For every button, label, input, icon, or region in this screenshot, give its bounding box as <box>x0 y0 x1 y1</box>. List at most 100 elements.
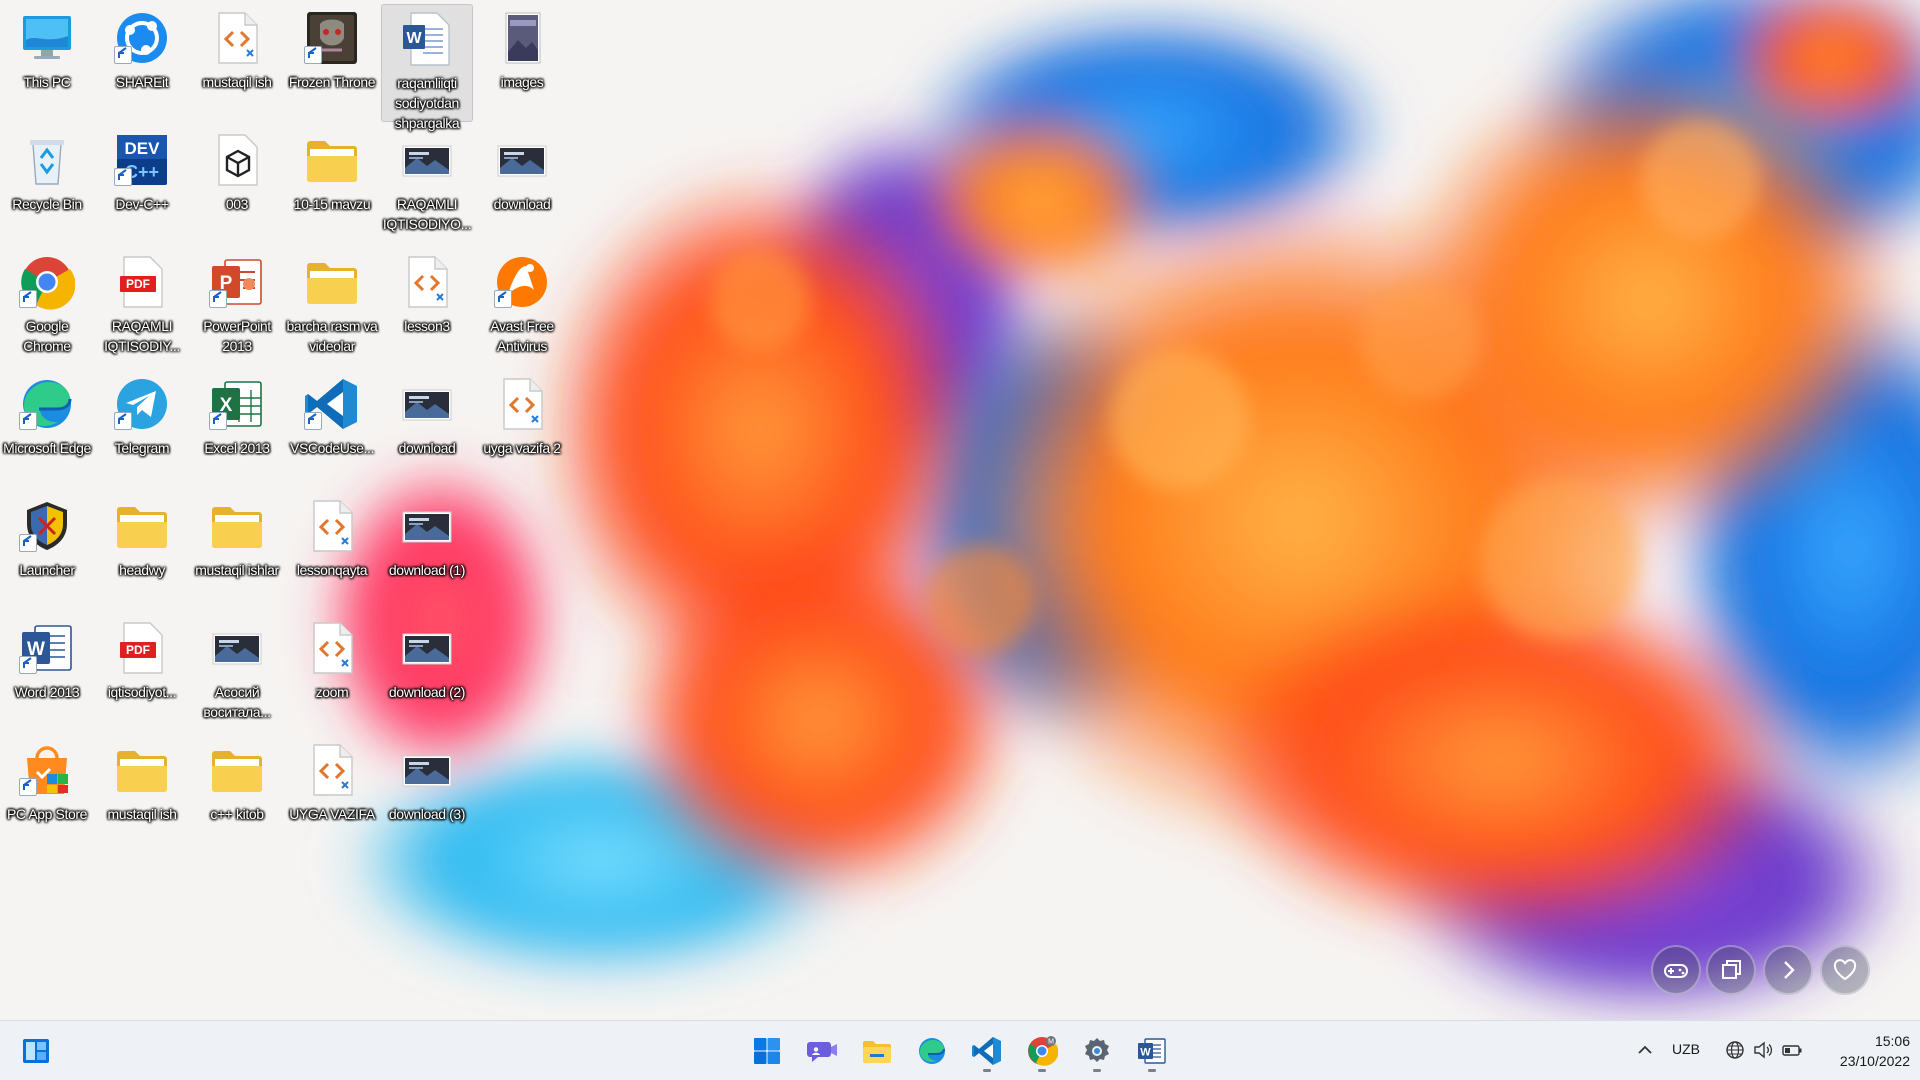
pdf-icon: PDF <box>114 620 170 676</box>
shortcut-arrow-icon <box>19 290 37 308</box>
favorite-overlay-button[interactable] <box>1820 945 1870 995</box>
desktop-icon-label: VSCodeUse... <box>290 440 374 456</box>
image-thumbnail-icon <box>209 620 265 676</box>
desktop-icon-download-2[interactable]: download (2) <box>381 614 473 732</box>
desktop-icon-raqamli-iqtisodiy[interactable]: PDF RAQAMLI IQTISODIY... <box>96 248 188 366</box>
desktop-icon-label: 003 <box>225 196 249 212</box>
desktop-icon-vscodeuse[interactable]: VSCodeUse... <box>286 370 378 488</box>
app-store-icon <box>19 742 75 798</box>
svg-text:PDF: PDF <box>126 277 150 291</box>
chevron-up-icon <box>1638 1045 1652 1054</box>
desktop-icon-label: download (1) <box>388 562 466 578</box>
shortcut-arrow-icon <box>114 46 132 64</box>
desktop-icon-launcher[interactable]: Launcher <box>1 492 93 610</box>
taskbar-file-explorer[interactable] <box>855 1029 899 1073</box>
image-thumbnail-icon <box>399 620 455 676</box>
desktop-icon-microsoft-edge[interactable]: Microsoft Edge <box>1 370 93 488</box>
desktop-icon-download[interactable]: download <box>476 126 568 244</box>
speaker-icon <box>1754 1041 1773 1059</box>
desktop-icon-label: Word 2013 <box>14 684 80 700</box>
desktop-icon-mustaqil-ish[interactable]: mustaqil ish <box>191 4 283 122</box>
desktop-icon-barcha-rasm-va-videolar[interactable]: barcha rasm va videolar <box>286 248 378 366</box>
running-indicator <box>1038 1069 1046 1072</box>
code-file-icon <box>304 742 360 798</box>
desktop-icon-label: c++ kitob <box>210 806 264 822</box>
input-language-indicator[interactable]: UZB <box>1672 1041 1700 1057</box>
svg-text:W: W <box>1140 1047 1151 1059</box>
desktop-icon-c-kitob[interactable]: c++ kitob <box>191 736 283 854</box>
desktop-icon-lesson3[interactable]: lesson3 <box>381 248 473 366</box>
desktop-icon-download-3[interactable]: download (3) <box>381 736 473 854</box>
desktop-icon-003[interactable]: 003 <box>191 126 283 244</box>
desktop-icon-raqamliiqti-sodiyotdan-shpargalka[interactable]: Wraqamliiqti sodiyotdan shpargalka <box>381 4 473 131</box>
desktop-icon-label: raqamliiqti sodiyotdan shpargalka <box>394 75 460 131</box>
desktop-icon-label: Avast Free Antivirus <box>490 318 554 354</box>
desktop-icon-lessonqayta[interactable]: lessonqayta <box>286 492 378 610</box>
running-indicator <box>1093 1069 1101 1072</box>
desktop-icon-mustaqil-ish[interactable]: mustaqil ish <box>96 736 188 854</box>
desktop-icon-zoom[interactable]: zoom <box>286 614 378 732</box>
desktop-icon-label: RAQAMLI IQTISODIY... <box>104 318 180 354</box>
desktop-icon-uyga-vazifa[interactable]: UYGA VAZIFA <box>286 736 378 854</box>
desktop-icon-асосий-воситала[interactable]: Асосий воситала... <box>191 614 283 732</box>
desktop-icon-frozen-throne[interactable]: Frozen Throne <box>286 4 378 122</box>
desktop-icon-iqtisodiyot[interactable]: PDF iqtisodiyot... <box>96 614 188 732</box>
desktop-icon-powerpoint-2013[interactable]: P PowerPoint 2013 <box>191 248 283 366</box>
desktop-icon-avast-free-antivirus[interactable]: Avast Free Antivirus <box>476 248 568 366</box>
svg-text:PDF: PDF <box>126 643 150 657</box>
powerpoint-icon: P <box>209 254 265 310</box>
desktop-icon-label: lessonqayta <box>296 562 368 578</box>
volume-button[interactable] <box>1750 1037 1776 1063</box>
desktop-icon-label: images <box>500 74 544 90</box>
taskbar-settings[interactable] <box>1075 1029 1119 1073</box>
desktop-icon-excel-2013[interactable]: X Excel 2013 <box>191 370 283 488</box>
battery-button[interactable] <box>1779 1037 1805 1063</box>
desktop-icon-label: RAQAMLI IQTISODIYO... <box>382 196 472 232</box>
desktop-icon-download-1[interactable]: download (1) <box>381 492 473 610</box>
desktop-icon-label: lesson3 <box>404 318 450 334</box>
shortcut-arrow-icon <box>494 290 512 308</box>
widgets-button[interactable] <box>14 1029 58 1073</box>
shareit-icon <box>114 10 170 66</box>
desktop-icon-raqamli-iqtisodiyo[interactable]: RAQAMLI IQTISODIYO... <box>381 126 473 244</box>
code-file-icon <box>304 498 360 554</box>
desktop-icon-mustaqil-ishlar[interactable]: mustaqil ishlar <box>191 492 283 610</box>
desktop-icon-10-15-mavzu[interactable]: 10-15 mavzu <box>286 126 378 244</box>
desktop-icon-recycle-bin[interactable]: Recycle Bin <box>1 126 93 244</box>
desktop-icon-label: mustaqil ishlar <box>195 562 279 578</box>
desktop-icon-this-pc[interactable]: This PC <box>1 4 93 122</box>
desktop-icon-headwy[interactable]: headwy <box>96 492 188 610</box>
desktop-icon-label: Recycle Bin <box>12 196 82 212</box>
image-thumbnail-icon <box>399 742 455 798</box>
desktop-icon-word-2013[interactable]: W Word 2013 <box>1 614 93 732</box>
gamepad-overlay-button[interactable] <box>1651 945 1701 995</box>
taskbar-chrome[interactable]: M <box>1020 1029 1064 1073</box>
taskbar-edge[interactable] <box>910 1029 954 1073</box>
window-copy-overlay-button[interactable] <box>1706 945 1756 995</box>
edge-icon <box>919 1038 945 1064</box>
desktop-icon-images[interactable]: images <box>476 4 568 122</box>
start-button[interactable] <box>745 1029 789 1073</box>
desktop-icon-dev-c[interactable]: DEV C++ Dev-C++ <box>96 126 188 244</box>
desktop-icon-google-chrome[interactable]: Google Chrome <box>1 248 93 366</box>
svg-text:W: W <box>406 30 422 47</box>
next-overlay-button[interactable] <box>1763 945 1813 995</box>
desktop-icon-download[interactable]: download <box>381 370 473 488</box>
clock[interactable]: 15:06 23/10/2022 <box>1810 1031 1910 1071</box>
shortcut-arrow-icon <box>114 168 132 186</box>
desktop-icon-pc-app-store[interactable]: PC App Store <box>1 736 93 854</box>
taskbar-chat[interactable] <box>800 1029 844 1073</box>
show-hidden-icons-button[interactable] <box>1632 1037 1658 1063</box>
taskbar-vscode[interactable] <box>965 1029 1009 1073</box>
desktop-icon-telegram[interactable]: Telegram <box>96 370 188 488</box>
chat-video-icon <box>807 1042 837 1062</box>
window-copy-icon <box>1722 960 1741 979</box>
desktop-icon-label: Google Chrome <box>23 318 71 354</box>
running-indicator <box>1148 1069 1156 1072</box>
desktop-icon-uyga-vazifa-2[interactable]: uyga vazifa 2 <box>476 370 568 488</box>
desktop-icon-shareit[interactable]: SHAREit <box>96 4 188 122</box>
code-file-icon <box>494 376 550 432</box>
network-status-button[interactable] <box>1722 1037 1748 1063</box>
taskbar-word[interactable]: W <box>1130 1029 1174 1073</box>
desktop-icon-label: Асосий воситала... <box>203 684 271 720</box>
